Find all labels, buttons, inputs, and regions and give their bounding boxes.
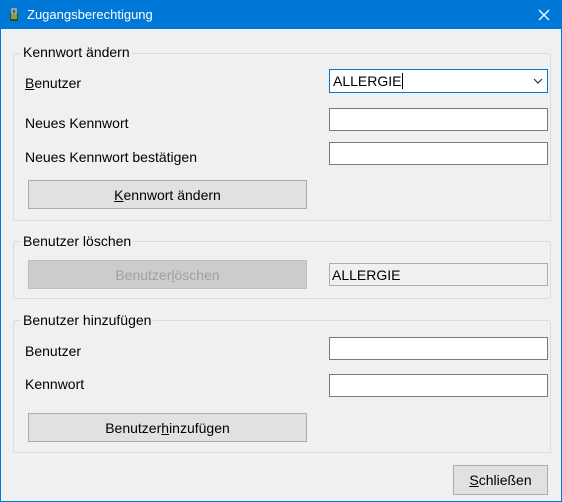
app-icon bbox=[10, 8, 18, 21]
add-user-field[interactable] bbox=[329, 337, 548, 360]
title-bar[interactable]: Zugangsberechtigung bbox=[1, 1, 561, 29]
new-password-field[interactable] bbox=[329, 108, 548, 131]
chevron-down-icon[interactable] bbox=[532, 75, 544, 87]
user-select[interactable]: ALLERGIE bbox=[329, 69, 548, 93]
change-password-button[interactable]: Kennwort ändern bbox=[28, 180, 307, 209]
add-password-label: Kennwort bbox=[25, 376, 85, 392]
add-user-button[interactable]: Benutzer h inzufügen bbox=[28, 413, 307, 442]
delete-user-button[interactable]: Benutzer l öschen bbox=[28, 260, 307, 289]
user-select-value: ALLERGIE bbox=[333, 73, 402, 89]
close-icon bbox=[538, 9, 550, 21]
close-button[interactable]: Schließen bbox=[453, 465, 548, 495]
confirm-password-label: Neues Kennwort bestätigen bbox=[25, 149, 197, 165]
delete-user-legend: Benutzer löschen bbox=[21, 233, 134, 249]
new-password-label: Neues Kennwort bbox=[25, 115, 129, 131]
add-user-label: Benutzer bbox=[25, 343, 82, 359]
change-password-legend: Kennwort ändern bbox=[21, 44, 132, 60]
change-password-user-label: Benutzer bbox=[25, 75, 82, 91]
confirm-password-field[interactable] bbox=[329, 142, 548, 165]
add-user-legend: Benutzer hinzufügen bbox=[21, 312, 154, 328]
delete-user-value: ALLERGIE bbox=[329, 263, 548, 286]
add-password-field[interactable] bbox=[329, 374, 548, 397]
dialog-window: Zugangsberechtigung Kennwort ändern Benu… bbox=[0, 0, 562, 502]
window-title: Zugangsberechtigung bbox=[27, 7, 153, 22]
close-window-button[interactable] bbox=[527, 1, 561, 29]
